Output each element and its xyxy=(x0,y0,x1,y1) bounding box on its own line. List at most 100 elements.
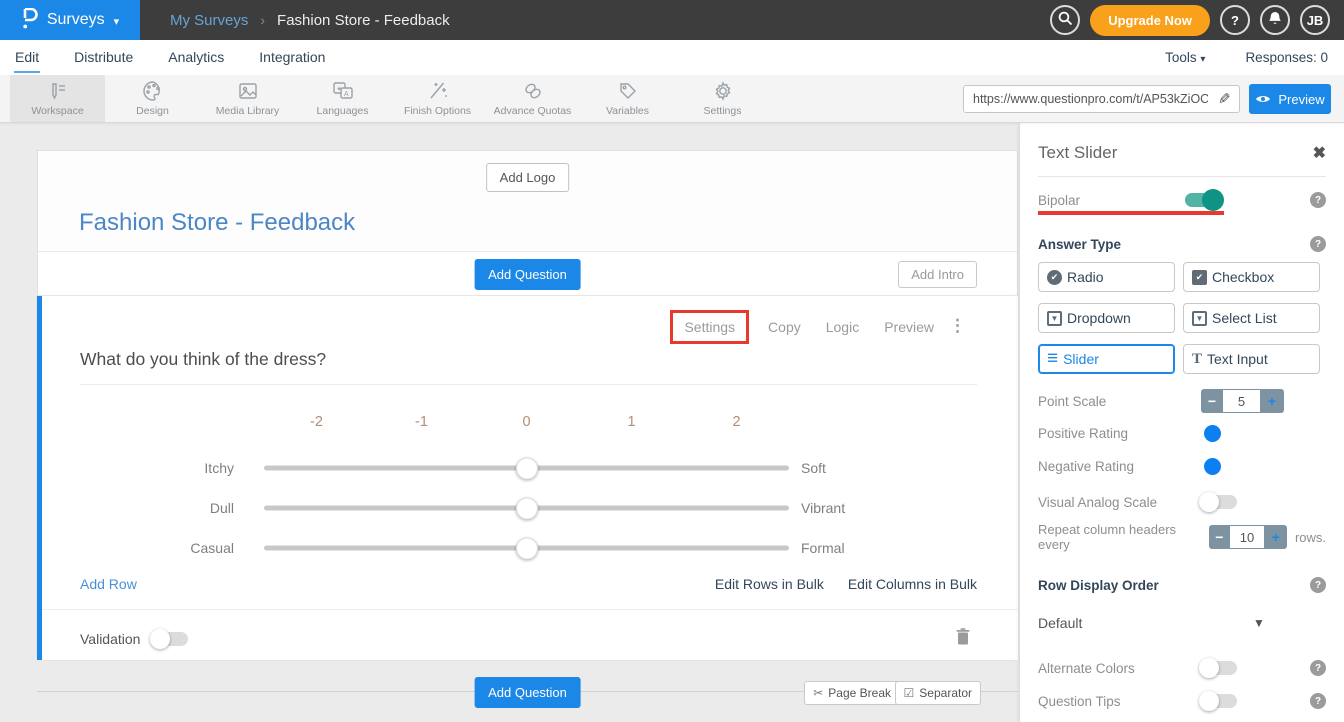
survey-url-input[interactable] xyxy=(964,92,1210,106)
row-display-order-label: Row Display Order xyxy=(1038,578,1159,593)
question-tips-label: Question Tips xyxy=(1038,694,1121,709)
question-footer-divider xyxy=(42,609,1018,610)
negative-rating-row: Negative Rating xyxy=(1038,456,1326,476)
slider-thumb[interactable] xyxy=(516,457,538,479)
row-right-label: Formal xyxy=(801,540,845,556)
question-preview-link[interactable]: Preview xyxy=(884,319,934,335)
scale-label: 0 xyxy=(522,414,530,430)
bulk-edit-links: Edit Rows in Bulk Edit Columns in Bulk xyxy=(715,576,977,592)
question-logic-link[interactable]: Logic xyxy=(826,319,859,335)
slider-track[interactable] xyxy=(264,466,789,471)
question-divider xyxy=(80,384,977,385)
preview-button[interactable]: Preview xyxy=(1249,84,1331,114)
help-icon[interactable]: ? xyxy=(1310,236,1326,252)
minus-button[interactable]: − xyxy=(1201,389,1223,413)
trash-icon[interactable] xyxy=(956,628,970,650)
plus-button[interactable]: + xyxy=(1260,389,1284,413)
question-settings-link[interactable]: Settings xyxy=(684,319,735,335)
search-button[interactable] xyxy=(1050,5,1080,35)
edit-url-pencil-icon[interactable]: ✎ xyxy=(1210,90,1239,108)
add-row-link[interactable]: Add Row xyxy=(80,576,137,592)
question-tips-toggle[interactable] xyxy=(1201,694,1237,708)
add-intro-button[interactable]: Add Intro xyxy=(898,261,977,288)
repeat-headers-stepper: − 10 + xyxy=(1209,525,1287,549)
separator-button[interactable]: ☑Separator xyxy=(895,681,981,705)
page-break-button[interactable]: ✂Page Break xyxy=(804,681,900,705)
slider-track[interactable] xyxy=(264,506,789,511)
survey-editor-canvas: Add Logo Fashion Store - Feedback Add Qu… xyxy=(0,123,1020,722)
add-question-strip: Add Question ✂Page Break ☑Separator xyxy=(37,677,1018,709)
tab-analytics[interactable]: Analytics xyxy=(167,42,225,73)
validation-toggle[interactable] xyxy=(152,632,188,646)
notifications-button[interactable] xyxy=(1260,5,1290,35)
negative-rating-color-swatch[interactable] xyxy=(1204,458,1221,475)
repeat-headers-value[interactable]: 10 xyxy=(1230,525,1265,549)
settings-annotation-box: Settings xyxy=(670,310,749,344)
repeat-headers-suffix: rows. xyxy=(1295,530,1326,545)
positive-rating-label: Positive Rating xyxy=(1038,426,1128,441)
surveys-menu[interactable]: Surveys ▾ xyxy=(0,0,140,40)
slider-scale-labels: -2 -1 0 1 2 xyxy=(264,414,789,434)
text-slider-settings-panel: Text Slider ✖ Bipolar ? Answer Type ? ✔R… xyxy=(1020,123,1344,722)
tab-integration[interactable]: Integration xyxy=(258,42,326,73)
help-icon[interactable]: ? xyxy=(1310,577,1326,593)
help-icon[interactable]: ? xyxy=(1310,660,1326,676)
answer-type-slider[interactable]: ≡Slider xyxy=(1038,344,1175,374)
question-title[interactable]: What do you think of the dress? xyxy=(80,349,326,370)
slider-thumb[interactable] xyxy=(516,497,538,519)
positive-rating-color-swatch[interactable] xyxy=(1204,425,1221,442)
add-logo-button[interactable]: Add Logo xyxy=(486,163,570,192)
visual-analog-scale-row: Visual Analog Scale xyxy=(1038,492,1326,512)
point-scale-stepper: − 5 + xyxy=(1201,389,1284,413)
answer-type-select-list[interactable]: ▼Select List xyxy=(1183,303,1320,333)
slider-row: Dull Vibrant xyxy=(42,488,1018,528)
alternate-colors-toggle[interactable] xyxy=(1201,661,1237,675)
tools-menu[interactable]: Tools ▾ xyxy=(1165,50,1205,65)
visual-analog-scale-label: Visual Analog Scale xyxy=(1038,495,1157,510)
help-icon[interactable]: ? xyxy=(1310,693,1326,709)
panel-divider xyxy=(1038,176,1326,177)
question-copy-link[interactable]: Copy xyxy=(768,319,801,335)
help-button[interactable]: ? xyxy=(1220,5,1250,35)
bipolar-toggle[interactable] xyxy=(1185,193,1221,207)
breadcrumb-my-surveys[interactable]: My Surveys xyxy=(170,12,248,29)
toolbar-item-design[interactable]: Design xyxy=(105,75,200,122)
minus-button[interactable]: − xyxy=(1209,525,1230,549)
row-right-label: Soft xyxy=(801,460,826,476)
toolbar-item-finish-options[interactable]: Finish Options xyxy=(390,75,485,122)
help-icon[interactable]: ? xyxy=(1310,192,1326,208)
answer-type-checkbox[interactable]: ✔Checkbox xyxy=(1183,262,1320,292)
add-question-button-top[interactable]: Add Question xyxy=(474,259,581,290)
question-tips-row: Question Tips ? xyxy=(1038,691,1326,711)
separator-checkbox-icon: ☑ xyxy=(904,686,915,700)
toolbar-item-media-library[interactable]: Media Library xyxy=(200,75,295,122)
answer-type-radio[interactable]: ✔Radio xyxy=(1038,262,1175,292)
answer-type-text-input[interactable]: TText Input xyxy=(1183,344,1320,374)
toolbar-item-settings[interactable]: Settings xyxy=(675,75,770,122)
close-icon[interactable]: ✖ xyxy=(1313,143,1326,163)
row-display-order-select[interactable]: Default ▼ xyxy=(1038,613,1326,633)
slider-track[interactable] xyxy=(264,546,789,551)
edit-rows-in-bulk-link[interactable]: Edit Rows in Bulk xyxy=(715,576,824,592)
plus-button[interactable]: + xyxy=(1264,525,1287,549)
toolbar-item-workspace[interactable]: Workspace xyxy=(10,75,105,122)
answer-type-dropdown[interactable]: ▼Dropdown xyxy=(1038,303,1175,333)
survey-title[interactable]: Fashion Store - Feedback xyxy=(79,209,355,237)
toolbar-item-languages[interactable]: A★ Languages xyxy=(295,75,390,122)
breadcrumb-separator-icon: › xyxy=(260,12,265,28)
scale-label: -2 xyxy=(310,414,323,430)
tab-distribute[interactable]: Distribute xyxy=(73,42,134,73)
point-scale-value[interactable]: 5 xyxy=(1223,389,1260,413)
repeat-headers-label: Repeat column headers every xyxy=(1038,522,1201,552)
responses-count[interactable]: Responses: 0 xyxy=(1245,50,1328,65)
tab-edit[interactable]: Edit xyxy=(14,42,40,73)
upgrade-now-button[interactable]: Upgrade Now xyxy=(1090,5,1210,36)
toolbar-item-variables[interactable]: Variables xyxy=(580,75,675,122)
toolbar-item-advance-quotas[interactable]: Advance Quotas xyxy=(485,75,580,122)
visual-analog-scale-toggle[interactable] xyxy=(1201,495,1237,509)
more-menu-icon[interactable]: ⋮ xyxy=(949,316,966,336)
add-question-button-bottom[interactable]: Add Question xyxy=(474,677,581,708)
edit-columns-in-bulk-link[interactable]: Edit Columns in Bulk xyxy=(848,576,977,592)
slider-thumb[interactable] xyxy=(516,537,538,559)
avatar[interactable]: JB xyxy=(1300,5,1330,35)
